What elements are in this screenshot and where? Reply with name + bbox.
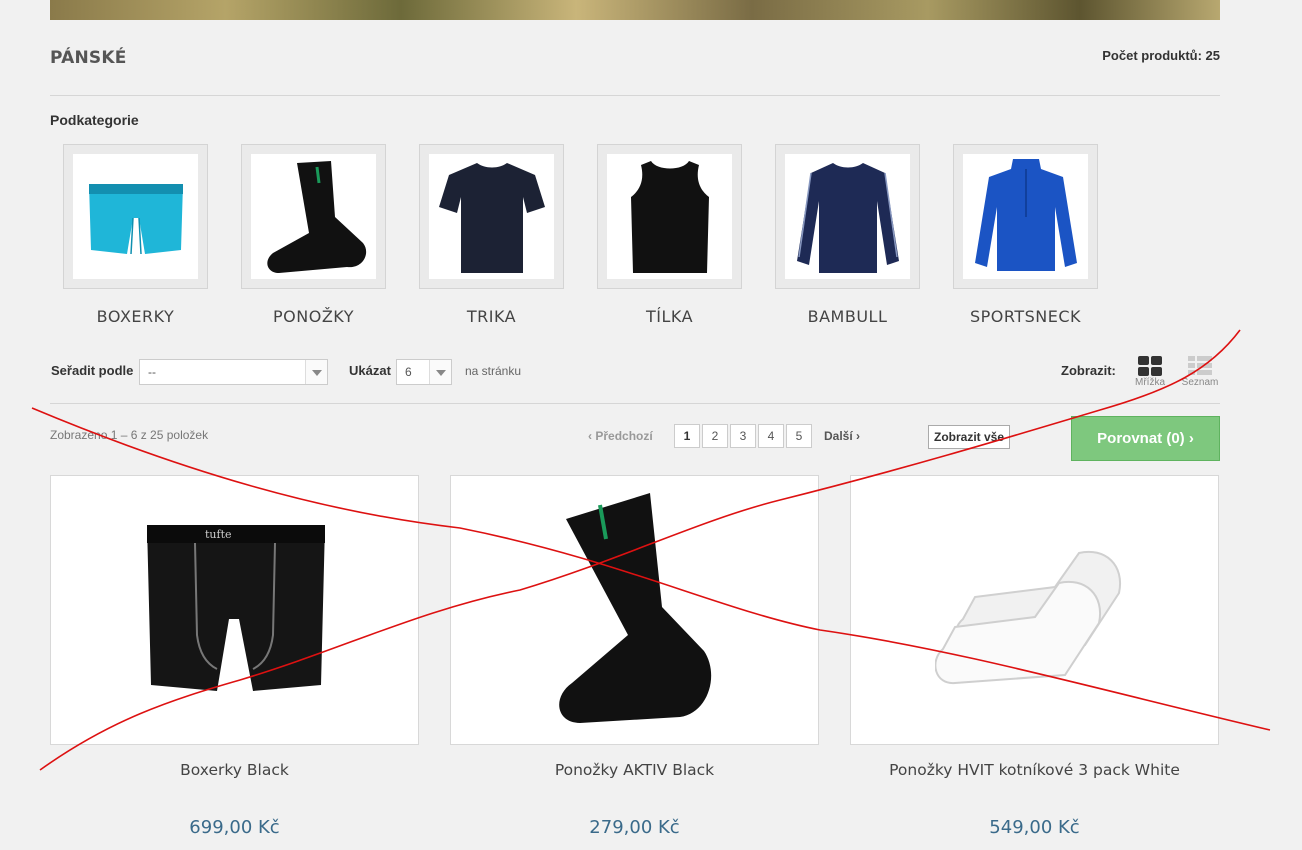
ankle-socks-image: [934, 550, 1121, 685]
sock-icon: [266, 160, 366, 273]
subcategory-label[interactable]: BAMBULL: [775, 307, 920, 326]
product-card[interactable]: Ponožky HVIT kotníkové 3 pack White 549,…: [850, 475, 1219, 838]
next-page-label: Další: [824, 429, 853, 443]
subcategory-ponozky[interactable]: PONOŽKY: [241, 144, 386, 326]
product-price: 279,00 Kč: [589, 817, 680, 838]
grid-view-label: Mřížka: [1135, 377, 1165, 388]
product-price: 549,00 Kč: [989, 817, 1080, 838]
longsleeve-icon: [796, 162, 899, 273]
subcategory-sportsneck[interactable]: SPORTSNECK: [953, 144, 1098, 326]
view-label: Zobrazit:: [1061, 363, 1116, 378]
hero-banner-strip: [50, 0, 1220, 20]
next-page-link[interactable]: Další ›: [824, 429, 860, 443]
subcategory-list: BOXERKY PONOŽKY TRIKA TÍLKA BAMBULL SPOR…: [63, 144, 1163, 334]
product-image[interactable]: [850, 475, 1219, 745]
subcategory-trika[interactable]: TRIKA: [419, 144, 564, 326]
items-shown-text: Zobrazeno 1 – 6 z 25 položek: [50, 428, 209, 442]
chevron-down-icon[interactable]: [429, 360, 451, 384]
product-card[interactable]: tufte Boxerky Black 699,00 Kč: [50, 475, 419, 838]
sock-image: [558, 493, 711, 723]
subcategory-label[interactable]: TÍLKA: [597, 307, 742, 326]
subcategories-heading: Podkategorie: [50, 112, 139, 128]
subcategory-tilka[interactable]: TÍLKA: [597, 144, 742, 326]
product-image[interactable]: tufte: [50, 475, 419, 745]
chevron-down-icon[interactable]: [305, 360, 327, 384]
product-toolbar: Seřadit podle -- Ukázat 6 na stránku Zob…: [50, 356, 1220, 404]
show-all-button[interactable]: Zobrazit vše: [928, 425, 1011, 449]
boxer-shorts-image: tufte: [146, 525, 325, 691]
boxer-shorts-icon: [88, 183, 183, 254]
sport-top-icon: [974, 158, 1077, 271]
product-grid: tufte Boxerky Black 699,00 Kč Ponožky AK…: [50, 475, 1220, 850]
page-5-button[interactable]: 5: [786, 424, 812, 448]
show-label: Ukázat: [349, 363, 391, 378]
compare-button-label: Porovnat (0): [1097, 430, 1185, 447]
previous-page-link[interactable]: ‹ Předchozí: [588, 429, 653, 443]
per-page-select[interactable]: 6: [396, 359, 452, 385]
product-name[interactable]: Ponožky HVIT kotníkové 3 pack White: [850, 761, 1219, 779]
subcategory-thumb[interactable]: [419, 144, 564, 289]
tank-top-icon: [630, 160, 709, 273]
product-count: Počet produktů: 25: [1102, 48, 1220, 63]
page-title: PÁNSKÉ: [50, 48, 127, 68]
subcategory-label[interactable]: SPORTSNECK: [953, 307, 1098, 326]
previous-page-label: Předchozí: [595, 429, 653, 443]
subcategory-label[interactable]: PONOŽKY: [241, 307, 386, 326]
subcategory-thumb[interactable]: [953, 144, 1098, 289]
sort-label: Seřadit podle: [51, 363, 134, 378]
subcategory-label[interactable]: BOXERKY: [63, 307, 208, 326]
chevron-right-icon: ›: [1188, 430, 1194, 447]
list-icon: [1188, 356, 1212, 375]
subcategory-thumb[interactable]: [597, 144, 742, 289]
product-image[interactable]: [450, 475, 819, 745]
sort-select-value: --: [148, 365, 156, 379]
page-1-button[interactable]: 1: [674, 424, 700, 448]
subcategory-thumb[interactable]: [63, 144, 208, 289]
product-name[interactable]: Boxerky Black: [50, 761, 419, 779]
sort-select[interactable]: --: [139, 359, 328, 385]
list-view-label: Seznam: [1181, 377, 1219, 388]
grid-icon: [1138, 356, 1162, 376]
product-name[interactable]: Ponožky AKTIV Black: [450, 761, 819, 779]
product-card[interactable]: Ponožky AKTIV Black 279,00 Kč: [450, 475, 819, 838]
compare-button[interactable]: Porovnat (0) ›: [1071, 416, 1220, 461]
svg-text:tufte: tufte: [205, 528, 232, 541]
product-price: 699,00 Kč: [189, 817, 280, 838]
subcategory-thumb[interactable]: [241, 144, 386, 289]
subcategory-label[interactable]: TRIKA: [419, 307, 564, 326]
tshirt-icon: [438, 162, 545, 273]
list-view-button[interactable]: Seznam: [1178, 356, 1222, 396]
subcategory-bambull[interactable]: BAMBULL: [775, 144, 920, 326]
subcategory-thumb[interactable]: [775, 144, 920, 289]
pagination-bar: Zobrazeno 1 – 6 z 25 položek ‹ Předchozí…: [50, 416, 1220, 462]
subcategory-boxerky[interactable]: BOXERKY: [63, 144, 208, 326]
page-3-button[interactable]: 3: [730, 424, 756, 448]
page-4-button[interactable]: 4: [758, 424, 784, 448]
page-2-button[interactable]: 2: [702, 424, 728, 448]
per-page-value: 6: [405, 365, 412, 379]
grid-view-button[interactable]: Mřížka: [1128, 356, 1172, 396]
category-header: PÁNSKÉ Počet produktů: 25: [50, 40, 1220, 96]
per-page-label: na stránku: [465, 364, 522, 378]
